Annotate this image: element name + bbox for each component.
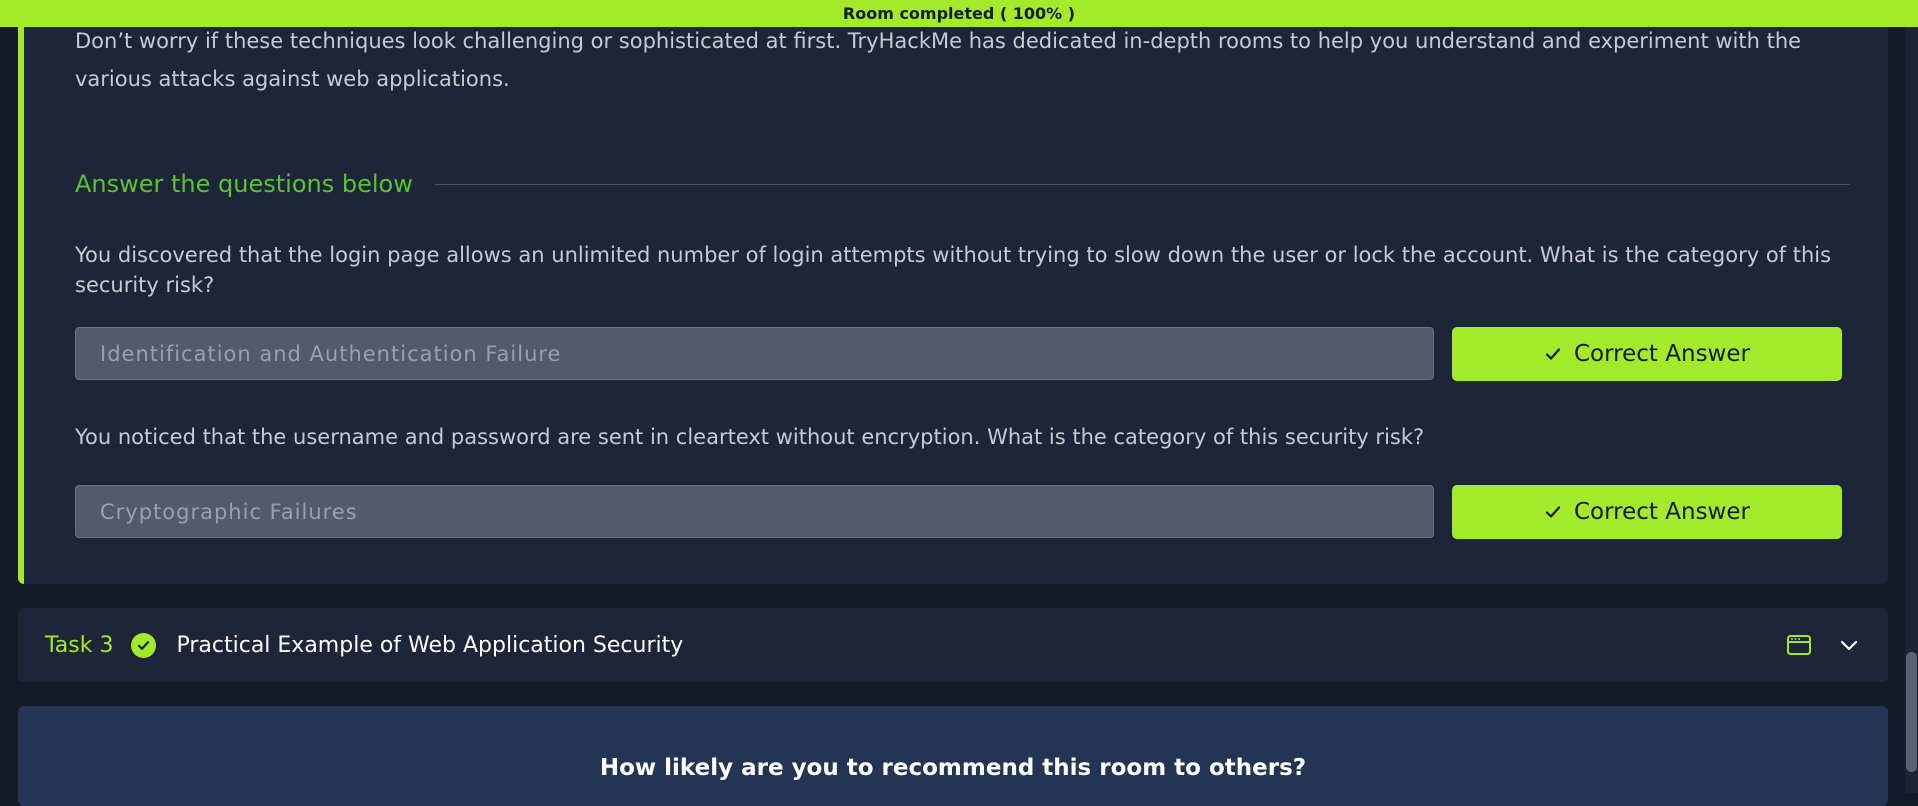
check-circle-icon xyxy=(131,632,157,658)
answer-section-header: Answer the questions below xyxy=(75,166,1850,202)
task-3-header[interactable]: Task 3 Practical Example of Web Applicat… xyxy=(18,608,1888,682)
question-1-correct-answer-button[interactable]: Correct Answer xyxy=(1452,327,1842,381)
room-rating-card: How likely are you to recommend this roo… xyxy=(18,706,1888,806)
question-1-text: You discovered that the login page allow… xyxy=(75,243,1832,297)
question-1-answer-field[interactable]: Identification and Authentication Failur… xyxy=(75,327,1434,380)
question-2-correct-answer-button[interactable]: Correct Answer xyxy=(1452,485,1842,539)
task-intro-text: Don’t worry if these techniques look cha… xyxy=(75,29,1802,91)
room-progress-bar: Room completed ( 100% ) xyxy=(0,0,1918,27)
checkmark-icon xyxy=(1545,506,1561,518)
scrollbar[interactable] xyxy=(1905,0,1918,793)
correct-answer-label: Correct Answer xyxy=(1574,341,1750,367)
rating-question: How likely are you to recommend this roo… xyxy=(599,755,1307,781)
correct-answer-label: Correct Answer xyxy=(1574,499,1750,525)
task-title: Practical Example of Web Application Sec… xyxy=(176,632,684,658)
progress-label: Room completed ( 100% ) xyxy=(842,4,1076,23)
chevron-down-icon[interactable] xyxy=(1835,631,1863,659)
task-2-card: Don’t worry if these techniques look cha… xyxy=(18,0,1888,584)
browser-window-icon[interactable] xyxy=(1785,631,1813,659)
divider xyxy=(434,183,1850,185)
answer-heading: Answer the questions below xyxy=(75,170,413,198)
task-number-label: Task 3 xyxy=(45,632,114,658)
scrollbar-thumb[interactable] xyxy=(1906,652,1917,772)
checkmark-icon xyxy=(1545,348,1561,360)
task-3-actions xyxy=(1763,608,1863,682)
question-2-answer-field[interactable]: Cryptographic Failures xyxy=(75,485,1434,538)
question-2-text: You noticed that the username and passwo… xyxy=(75,425,1425,449)
